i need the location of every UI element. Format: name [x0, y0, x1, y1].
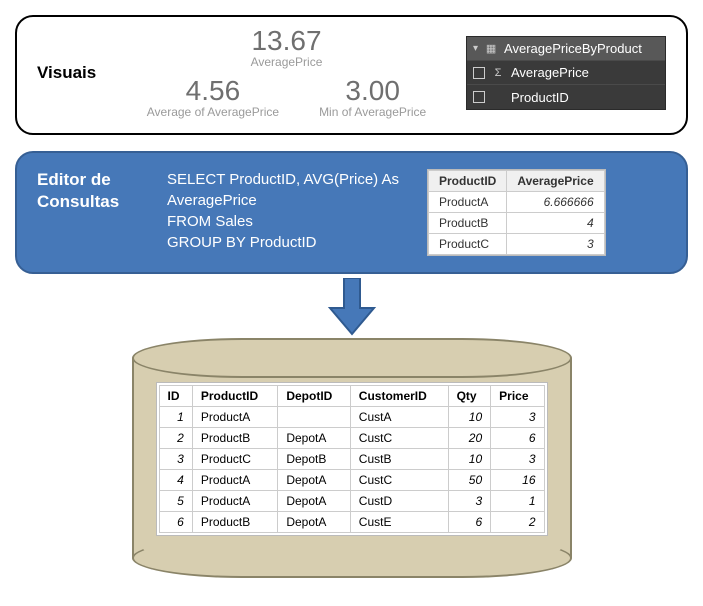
cell-price: 2 [491, 512, 544, 533]
column-header: AveragePrice [507, 171, 604, 192]
metric-average-price: 13.67 AveragePrice [125, 27, 448, 69]
sigma-icon: Σ [491, 67, 505, 79]
cell-qty: 6 [448, 512, 491, 533]
cell-price: 6 [491, 428, 544, 449]
fields-table-name: AveragePriceByProduct [504, 41, 642, 56]
cell-averageprice: 6.666666 [507, 192, 604, 213]
cell-productid: ProductA [429, 192, 507, 213]
cell-customerid: CustC [350, 428, 448, 449]
collapse-caret-icon: ▾ [473, 43, 478, 54]
table-row: 6 ProductB DepotA CustE 6 2 [159, 512, 544, 533]
arrow-down-icon [322, 278, 382, 336]
cell-productid: ProductB [192, 428, 278, 449]
cell-qty: 10 [448, 407, 491, 428]
cell-averageprice: 3 [507, 234, 604, 255]
column-header: ID [159, 386, 192, 407]
fields-column-name: ProductID [511, 90, 569, 105]
fields-panel: ▾ ▦ AveragePriceByProduct Σ AveragePrice… [466, 36, 666, 110]
cell-productid: ProductC [192, 449, 278, 470]
metric-avg-of-avg: 4.56 Average of AveragePrice [147, 77, 279, 119]
fields-column-row[interactable]: Σ AveragePrice [467, 61, 665, 85]
cell-id: 4 [159, 470, 192, 491]
cell-depotid: DepotA [278, 428, 350, 449]
editor-title: Editor de Consultas [37, 169, 147, 213]
column-header: Qty [448, 386, 491, 407]
cell-depotid [278, 407, 350, 428]
fields-column-name: AveragePrice [511, 65, 589, 80]
metrics-group: 13.67 AveragePrice 4.56 Average of Avera… [125, 27, 448, 119]
table-row: 1 ProductA CustA 10 3 [159, 407, 544, 428]
column-header: DepotID [278, 386, 350, 407]
metric-value: 3.00 [319, 77, 426, 105]
cell-productid: ProductB [192, 512, 278, 533]
sql-line: GROUP BY ProductID [167, 232, 407, 253]
cell-id: 3 [159, 449, 192, 470]
cell-price: 3 [491, 449, 544, 470]
column-header: ProductID [192, 386, 278, 407]
sql-line: SELECT ProductID, AVG(Price) As AverageP… [167, 169, 407, 211]
table-row: 2 ProductB DepotA CustC 20 6 [159, 428, 544, 449]
checkbox-icon[interactable] [473, 91, 485, 103]
cell-productid: ProductA [192, 491, 278, 512]
cell-customerid: CustC [350, 470, 448, 491]
table-row: 4 ProductA DepotA CustC 50 16 [159, 470, 544, 491]
metric-value: 4.56 [147, 77, 279, 105]
cell-productid: ProductA [192, 407, 278, 428]
cell-qty: 10 [448, 449, 491, 470]
cell-productid: ProductB [429, 213, 507, 234]
column-header: Price [491, 386, 544, 407]
metric-label: AveragePrice [125, 55, 448, 69]
sales-source-table: ID ProductID DepotID CustomerID Qty Pric… [156, 382, 548, 536]
cell-qty: 20 [448, 428, 491, 449]
table-row: 3 ProductC DepotB CustB 10 3 [159, 449, 544, 470]
metric-min-of-avg: 3.00 Min of AveragePrice [319, 77, 426, 119]
fields-table-row[interactable]: ▾ ▦ AveragePriceByProduct [467, 37, 665, 61]
cell-id: 1 [159, 407, 192, 428]
metric-value: 13.67 [125, 27, 448, 55]
table-row: 5 ProductA DepotA CustD 3 1 [159, 491, 544, 512]
cell-depotid: DepotA [278, 512, 350, 533]
checkbox-icon[interactable] [473, 67, 485, 79]
metric-label: Average of AveragePrice [147, 105, 279, 119]
table-row: ProductB 4 [429, 213, 605, 234]
visuals-title: Visuais [37, 63, 107, 83]
visuals-panel: Visuais 13.67 AveragePrice 4.56 Average … [15, 15, 688, 135]
cell-customerid: CustD [350, 491, 448, 512]
cell-customerid: CustB [350, 449, 448, 470]
fields-column-row[interactable]: ProductID [467, 85, 665, 109]
database-cylinder: ID ProductID DepotID CustomerID Qty Pric… [15, 338, 688, 578]
cell-productid: ProductC [429, 234, 507, 255]
sql-query-text: SELECT ProductID, AVG(Price) As AverageP… [167, 169, 407, 253]
cell-averageprice: 4 [507, 213, 604, 234]
cell-price: 16 [491, 470, 544, 491]
table-row: ProductC 3 [429, 234, 605, 255]
cell-id: 6 [159, 512, 192, 533]
cell-price: 3 [491, 407, 544, 428]
table-header-row: ID ProductID DepotID CustomerID Qty Pric… [159, 386, 544, 407]
table-row: ProductA 6.666666 [429, 192, 605, 213]
column-header: CustomerID [350, 386, 448, 407]
flow-arrow [15, 278, 688, 336]
cell-depotid: DepotB [278, 449, 350, 470]
cell-productid: ProductA [192, 470, 278, 491]
cell-id: 2 [159, 428, 192, 449]
sql-line: FROM Sales [167, 211, 407, 232]
metric-label: Min of AveragePrice [319, 105, 426, 119]
cell-customerid: CustA [350, 407, 448, 428]
table-icon: ▦ [484, 42, 498, 55]
query-editor-panel: Editor de Consultas SELECT ProductID, AV… [15, 151, 688, 274]
cell-qty: 3 [448, 491, 491, 512]
cell-id: 5 [159, 491, 192, 512]
query-result-table: ProductID AveragePrice ProductA 6.666666… [427, 169, 606, 256]
cell-depotid: DepotA [278, 470, 350, 491]
cell-depotid: DepotA [278, 491, 350, 512]
cell-price: 1 [491, 491, 544, 512]
cell-qty: 50 [448, 470, 491, 491]
table-header-row: ProductID AveragePrice [429, 171, 605, 192]
cell-customerid: CustE [350, 512, 448, 533]
column-header: ProductID [429, 171, 507, 192]
